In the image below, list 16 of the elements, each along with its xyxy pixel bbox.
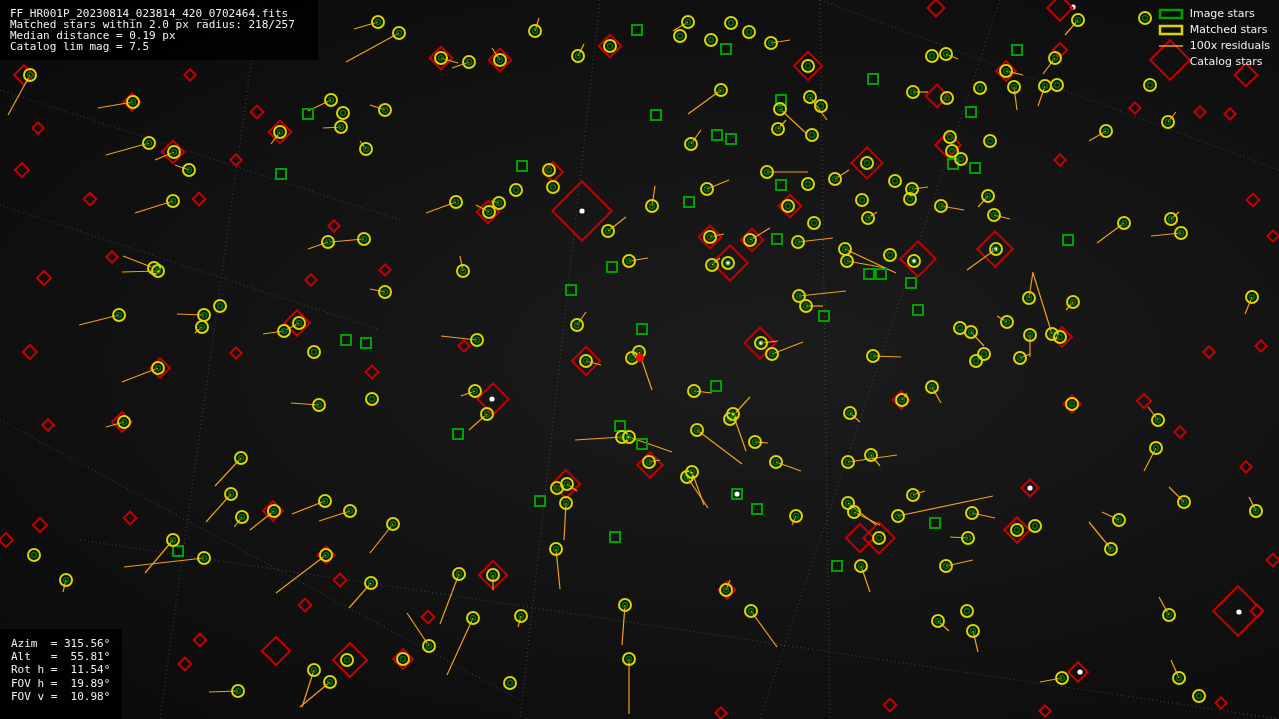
legend-label: 100x residuals [1189,38,1270,53]
info-text: Median distance = 0.19 px [10,30,176,41]
pointing-text: FOV h = 19.89° [11,676,112,690]
legend-label: Catalog stars [1189,54,1264,69]
info-text: FF_HR001P_20230814_023814_420_0702464.fits [10,8,290,19]
pointing-text: FOV v = 10.98° [11,689,112,703]
pointing-text: Alt = 55.81° [11,650,112,664]
info-text: Matched stars within 2.0 px radius: 218/257 [10,19,296,30]
legend-label: Image stars [1189,6,1256,21]
matched-star-square-icon [1157,23,1184,36]
residual-line-icon [1157,43,1184,48]
info-text: Catalog lim mag = 7.5 [10,41,151,52]
pointing-text: Rot h = 11.54° [11,663,112,677]
image-star-square-icon [1157,7,1184,20]
legend-label: Matched stars [1189,22,1269,37]
pointing-text: Azim = 315.56° [11,637,112,651]
